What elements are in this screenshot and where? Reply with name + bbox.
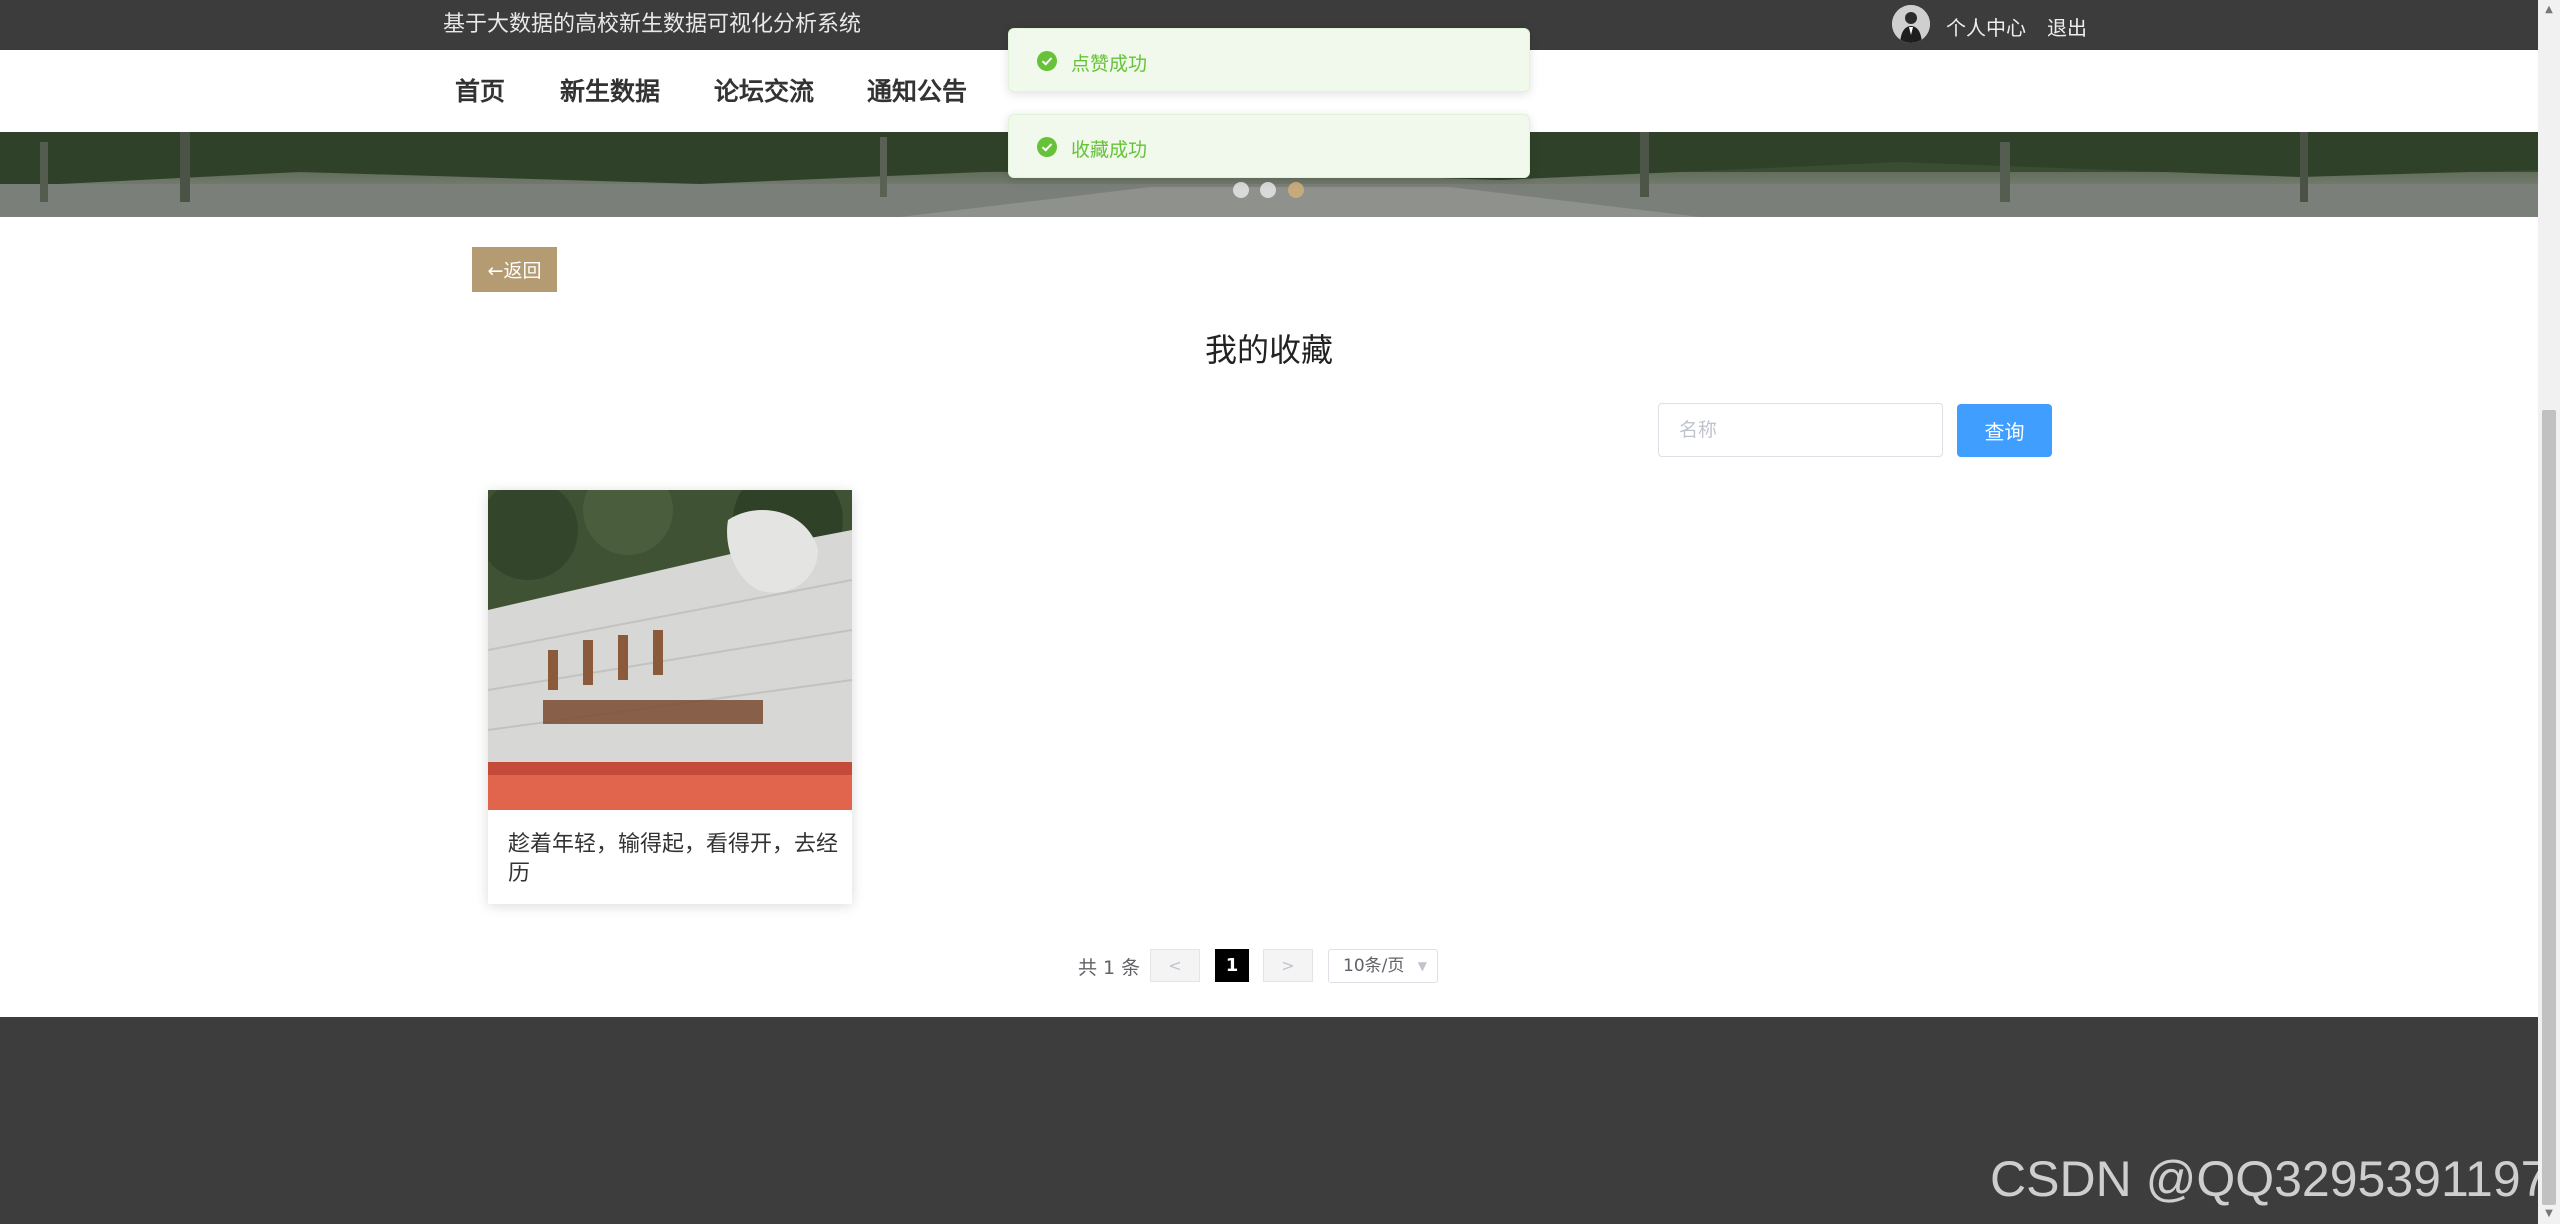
site-title: 基于大数据的高校新生数据可视化分析系统 — [443, 12, 862, 37]
carousel-dot-1[interactable] — [1233, 182, 1249, 198]
next-page-button[interactable]: > — [1263, 949, 1313, 982]
scroll-up-arrow-icon[interactable]: ▲ — [2538, 0, 2560, 20]
nav-item-home[interactable]: 首页 — [455, 72, 505, 108]
query-button[interactable]: 查询 — [1957, 404, 2052, 457]
nav-item-forum[interactable]: 论坛交流 — [714, 72, 814, 108]
scroll-down-arrow-icon[interactable]: ▼ — [2538, 1204, 2560, 1224]
nav-item-freshman-data[interactable]: 新生数据 — [560, 72, 660, 108]
back-button[interactable]: ←返回 — [472, 247, 557, 292]
page-size-value: 10条/页 — [1343, 956, 1405, 976]
carousel-dot-3[interactable] — [1288, 182, 1304, 198]
user-center-link[interactable]: 个人中心 — [1946, 12, 2026, 41]
page-number-1[interactable]: 1 — [1215, 949, 1249, 982]
page-size-select[interactable]: 10条/页 ▼ — [1328, 949, 1438, 983]
logout-link[interactable]: 退出 — [2047, 12, 2087, 41]
check-circle-icon — [1037, 51, 1057, 71]
toast-message: 点赞成功 — [1071, 53, 1148, 75]
toast-favorite-success: 收藏成功 — [1008, 114, 1530, 178]
scroll-thumb[interactable] — [2542, 410, 2556, 1205]
favorite-card[interactable]: 趁着年轻，输得起，看得开，去经历 — [488, 490, 852, 904]
name-search-input[interactable] — [1658, 403, 1943, 457]
nav-item-notices[interactable]: 通知公告 — [867, 72, 967, 108]
chevron-down-icon: ▼ — [1417, 959, 1427, 973]
watermark: CSDN @QQ3295391197 — [1990, 1151, 2549, 1207]
page-scrollbar[interactable]: ▲ ▼ — [2538, 0, 2560, 1224]
card-title: 趁着年轻，输得起，看得开，去经历 — [508, 832, 839, 886]
user-avatar[interactable] — [1892, 5, 1930, 43]
toast-like-success: 点赞成功 — [1008, 28, 1530, 92]
card-image — [488, 490, 852, 810]
prev-page-button[interactable]: < — [1150, 949, 1200, 982]
page-title: 我的收藏 — [1204, 331, 1333, 369]
check-circle-icon — [1037, 137, 1057, 157]
carousel-dot-2[interactable] — [1260, 182, 1276, 198]
pagination-total: 共 1 条 — [1078, 957, 1141, 979]
toast-message: 收藏成功 — [1071, 139, 1148, 161]
